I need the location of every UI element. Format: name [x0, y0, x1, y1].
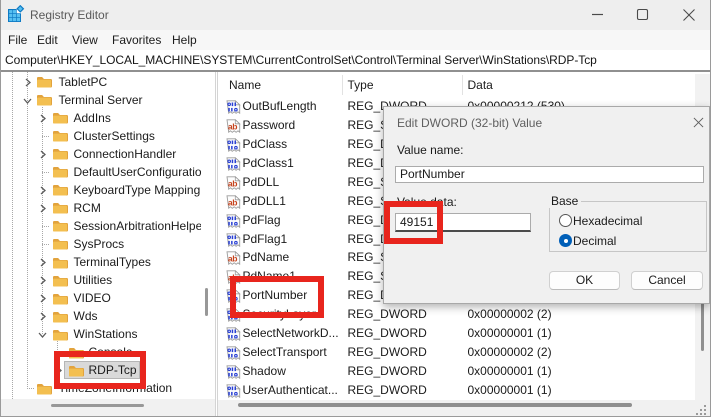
svg-text:ab: ab — [228, 197, 237, 207]
svg-text:ab: ab — [228, 121, 237, 131]
svg-text:ab: ab — [228, 254, 237, 264]
svg-text:ab: ab — [228, 178, 237, 188]
